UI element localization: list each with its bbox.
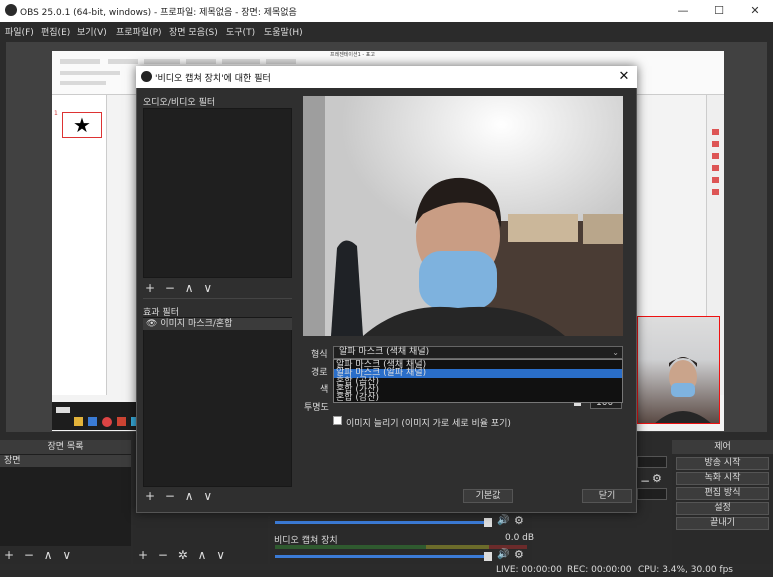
scenes-dock-title: 장면 목록 bbox=[0, 440, 131, 454]
mixer-fader-2[interactable] bbox=[275, 555, 490, 558]
effect-filter-name: 이미지 마스크/혼합 bbox=[160, 319, 233, 329]
transition-gear-icon[interactable]: ⚙ bbox=[652, 472, 662, 485]
obs-logo-icon bbox=[5, 4, 17, 16]
transition-remove-icon[interactable]: − bbox=[640, 474, 650, 488]
stretch-label: 이미지 늘리기 (이미지 가로 세로 비율 포기) bbox=[346, 419, 511, 429]
camera-source-selected[interactable] bbox=[637, 316, 720, 424]
studio-mode-button[interactable]: 편집 방식 bbox=[676, 487, 769, 500]
eye-icon[interactable]: 👁 bbox=[146, 319, 157, 329]
menu-scene-collection[interactable]: 장면 모음(S) bbox=[169, 25, 218, 38]
exit-button[interactable]: 끝내기 bbox=[676, 517, 769, 530]
effect-filters-list[interactable] bbox=[143, 317, 292, 487]
mixer-fader-1[interactable] bbox=[275, 521, 490, 524]
menu-tools[interactable]: 도구(T) bbox=[226, 25, 255, 38]
slide-number: 1 bbox=[54, 110, 58, 117]
menu-bar: 파일(F) 편집(E) 보기(V) 프로파일(P) 장면 모음(S) 도구(T)… bbox=[0, 22, 773, 40]
gear-icon[interactable]: ⚙ bbox=[514, 514, 524, 527]
audio-meter bbox=[275, 545, 527, 549]
divider bbox=[143, 298, 292, 299]
stretch-checkbox[interactable] bbox=[333, 416, 342, 425]
status-bar: LIVE: 00:00:00 REC: 00:00:00 CPU: 3.4%, … bbox=[0, 564, 773, 577]
scenes-list[interactable] bbox=[0, 454, 131, 546]
type-label: 형식 bbox=[311, 350, 328, 360]
speaker-icon[interactable]: 🔊 bbox=[497, 515, 509, 526]
settings-button[interactable]: 설정 bbox=[676, 502, 769, 515]
captured-app-title: 프레젠테이션1 - 표고 bbox=[330, 52, 375, 58]
menu-file[interactable]: 파일(F) bbox=[5, 25, 34, 38]
slide-thumbnail: ★ bbox=[62, 112, 102, 138]
menu-edit[interactable]: 편집(E) bbox=[41, 25, 70, 38]
fader-handle[interactable] bbox=[484, 518, 492, 527]
start-streaming-button[interactable]: 방송 시작 bbox=[676, 457, 769, 470]
effect-filter-item[interactable]: 👁 이미지 마스크/혼합 bbox=[143, 318, 292, 330]
path-label: 경로 bbox=[311, 368, 328, 378]
dialog-title: '비디오 캡쳐 장치'에 대한 필터 bbox=[155, 74, 271, 84]
close-dialog-button[interactable]: 닫기 bbox=[582, 489, 632, 503]
dialog-title-bar: '비디오 캡쳐 장치'에 대한 필터 ✕ bbox=[136, 66, 637, 88]
controls-dock-title: 제어 bbox=[672, 440, 773, 454]
av-filters-label: 오디오/비디오 필터 bbox=[143, 98, 216, 108]
type-dropdown[interactable]: 알파 마스크 (색채 채널) 알파 마스크 (알파 채널) 혼합 (곱산) 혼합… bbox=[333, 359, 623, 403]
fader-handle-2[interactable] bbox=[484, 552, 492, 561]
window-title: OBS 25.0.1 (64-bit, windows) - 프로파일: 제목없… bbox=[20, 8, 297, 18]
source-buttons[interactable]: + − ✲ ∧ ∨ bbox=[138, 548, 228, 562]
maximize-button[interactable]: ☐ bbox=[701, 0, 737, 22]
live-time: LIVE: 00:00:00 bbox=[496, 565, 562, 575]
gear-icon-2[interactable]: ⚙ bbox=[514, 548, 524, 561]
cpu-fps: CPU: 3.4%, 30.00 fps bbox=[638, 565, 733, 575]
start-recording-button[interactable]: 녹화 시작 bbox=[676, 472, 769, 485]
obs-logo-icon bbox=[141, 71, 152, 82]
mixer-track-level: 0.0 dB bbox=[505, 533, 535, 543]
minimize-button[interactable]: — bbox=[665, 0, 701, 22]
close-window-button[interactable]: ✕ bbox=[737, 0, 773, 22]
menu-view[interactable]: 보기(V) bbox=[77, 25, 107, 38]
menu-help[interactable]: 도움말(H) bbox=[264, 25, 303, 38]
type-option[interactable]: 혼합 (감산) bbox=[334, 394, 622, 403]
effect-filter-buttons[interactable]: + − ∧ ∨ bbox=[145, 489, 215, 503]
rec-time: REC: 00:00:00 bbox=[567, 565, 632, 575]
filter-preview bbox=[303, 96, 623, 336]
dialog-close-button[interactable]: ✕ bbox=[616, 69, 632, 85]
chevron-down-icon: ⌄ bbox=[612, 348, 619, 357]
av-filter-buttons[interactable]: + − ∧ ∨ bbox=[145, 281, 215, 295]
defaults-button[interactable]: 기본값 bbox=[463, 489, 513, 503]
menu-profile[interactable]: 프로파일(P) bbox=[116, 25, 162, 38]
type-select[interactable]: 알파 마스크 (색채 채널) ⌄ bbox=[333, 346, 623, 359]
av-filters-list[interactable] bbox=[143, 108, 292, 278]
transition-select[interactable] bbox=[637, 488, 667, 500]
speaker-icon-2[interactable]: 🔊 bbox=[497, 549, 509, 560]
opacity-label: 투명도 bbox=[304, 403, 329, 413]
color-label: 색 bbox=[320, 385, 329, 395]
type-select-value: 알파 마스크 (색채 채널) bbox=[339, 347, 430, 357]
window-title-bar: OBS 25.0.1 (64-bit, windows) - 프로파일: 제목없… bbox=[0, 0, 773, 22]
scene-item[interactable]: 장면 bbox=[0, 455, 131, 467]
transition-duration-field[interactable] bbox=[637, 456, 667, 468]
captured-slide-panel: 1 bbox=[52, 95, 107, 395]
scene-buttons[interactable]: + − ∧ ∨ bbox=[4, 548, 74, 562]
